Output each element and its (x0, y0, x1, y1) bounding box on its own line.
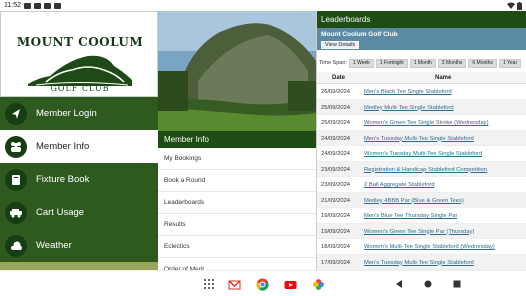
time-span-1-fortnight-button[interactable]: 1 Fortnight (375, 58, 408, 68)
member-info-item-book-a-round[interactable]: Book a Round (158, 170, 316, 192)
status-bar: 11:52 (0, 0, 526, 11)
menu-item-label: Member Info (36, 141, 90, 152)
menu-item-label: Weather (36, 240, 72, 251)
table-row[interactable]: 19/09/2024 Women's Green Tee Single Par (… (317, 223, 526, 239)
club-logo: MOUNT COOLUM GOLF CLUB (0, 11, 158, 97)
table-row[interactable]: 17/09/2024 Men's Tuesday Multi-Tee Single… (317, 254, 526, 270)
row-date: 19/09/2024 (321, 228, 351, 235)
row-date: 25/09/2024 (321, 104, 351, 111)
golf-cart-icon (5, 201, 27, 224)
table-row[interactable]: 23/09/2024 Registration & Handicap Stable… (317, 161, 526, 177)
weather-cloud-icon (5, 234, 27, 257)
row-date: 19/09/2024 (321, 213, 351, 219)
members-group-icon (5, 135, 27, 158)
row-date: 18/09/2024 (321, 244, 351, 250)
menu-item-label: Cart Usage (36, 207, 85, 218)
menu-footer (0, 262, 158, 270)
row-competition-link[interactable]: Men's Blue Tee Thursday Single Par (364, 213, 457, 219)
time-span-label: Time Span: (319, 60, 347, 66)
member-info-item-eclectics[interactable]: Eclectics (158, 236, 316, 258)
course-name: Mount Coolum Golf Club (321, 31, 398, 38)
row-date: 21/09/2024 (321, 197, 351, 204)
google-photos-icon[interactable] (312, 278, 325, 291)
home-icon[interactable] (424, 280, 432, 288)
logo-subtitle: GOLF CLUB (50, 84, 110, 93)
row-competition-link[interactable]: Medley Multi-Tee Single Stableford (364, 105, 454, 111)
row-competition-link[interactable]: Women's Green Tee Single Par (Thursday) (364, 229, 474, 235)
login-arrow-icon (5, 102, 27, 125)
notification-icon (24, 2, 31, 9)
view-details-button[interactable]: View Details (321, 41, 360, 49)
row-competition-link[interactable]: Men's Tuesday Multi-Tee Single Stablefor… (364, 260, 474, 266)
member-info-panel: Member Info My Bookings Book a Round Lea… (158, 11, 316, 273)
row-date: 26/09/2024 (321, 89, 351, 95)
chrome-icon[interactable] (256, 278, 269, 291)
row-competition-link[interactable]: Women's Multi-Tee Single Stableford (Wed… (364, 244, 495, 250)
row-date: 23/09/2024 (321, 166, 351, 173)
notification-icon (34, 2, 41, 9)
time-span-3-months-button[interactable]: 3 Months (437, 58, 467, 68)
time-span-1-month-button[interactable]: 1 Month (409, 58, 436, 68)
table-row[interactable]: 24/09/2024 Men's Tuesday Multi-Tee Single… (317, 130, 526, 146)
row-competition-link[interactable]: Women's Green Tee Single Stroke (Wednesd… (364, 120, 489, 126)
battery-icon (517, 1, 522, 10)
logo-title: MOUNT COOLUM (16, 35, 144, 49)
member-info-item-my-bookings[interactable]: My Bookings (158, 148, 316, 170)
app-drawer-icon[interactable] (204, 279, 214, 289)
main-menu: MOUNT COOLUM GOLF CLUB Member Login Memb… (0, 11, 158, 270)
menu-item-fixture-book[interactable]: Fixture Book (0, 163, 158, 196)
row-date: 23/09/2024 (321, 182, 351, 188)
table-row[interactable]: 21/09/2024 Medley 4BBB Par (Blue & Green … (317, 192, 526, 208)
row-competition-link[interactable]: Men's Black Tee Single Stableford (364, 89, 452, 95)
menu-item-label: Fixture Book (36, 174, 90, 185)
row-date: 25/09/2024 (321, 120, 351, 126)
time-span-1-week-button[interactable]: 1 Week (348, 58, 374, 68)
menu-item-cart-usage[interactable]: Cart Usage (0, 196, 158, 229)
table-row[interactable]: 19/09/2024 Men's Blue Tee Thursday Single… (317, 208, 526, 224)
column-header-date: Date (332, 75, 346, 81)
table-row[interactable]: 24/09/2024 Women's Tuesday Multi-Tee Sing… (317, 146, 526, 162)
row-competition-link[interactable]: Registration & Handicap Stableford Compe… (364, 167, 487, 173)
mount-coolum-photo (158, 11, 316, 131)
mountain-logo-icon (28, 55, 132, 86)
android-nav-bar (0, 270, 526, 296)
row-competition-link[interactable]: Medley 4BBB Par (Blue & Green Tees) (364, 198, 464, 204)
course-box: Mount Coolum Golf Club View Details (317, 28, 526, 50)
back-icon[interactable] (395, 280, 403, 288)
member-info-header: Member Info (158, 131, 316, 148)
youtube-icon[interactable] (284, 278, 297, 291)
row-date: 24/09/2024 (321, 135, 351, 142)
row-competition-link[interactable]: Women's Tuesday Multi-Tee Single Stablef… (364, 151, 482, 157)
table-row[interactable]: 23/09/2024 2 Ball Aggregate Stableford (317, 177, 526, 193)
table-row[interactable]: 18/09/2024 Women's Multi-Tee Single Stabl… (317, 239, 526, 255)
member-info-item-results[interactable]: Results (158, 214, 316, 236)
book-icon (5, 168, 27, 191)
column-header-name: Name (435, 75, 452, 81)
menu-item-label: Member Login (36, 108, 97, 119)
recents-icon[interactable] (453, 280, 461, 288)
table-row[interactable]: 25/09/2024 Medley Multi-Tee Single Stable… (317, 99, 526, 115)
table-header: Date Name (317, 72, 526, 84)
leaderboards-header: Leaderboards (317, 11, 526, 28)
row-competition-link[interactable]: Men's Tuesday Multi-Tee Single Stablefor… (364, 136, 474, 142)
menu-item-weather[interactable]: Weather (0, 229, 158, 262)
menu-item-member-info[interactable]: Member Info (0, 130, 158, 163)
wifi-icon (507, 2, 515, 9)
time-span-selector: Time Span: 1 Week 1 Fortnight 1 Month 3 … (317, 57, 526, 69)
time-span-1-year-button[interactable]: 1 Year (498, 58, 522, 68)
row-competition-link[interactable]: 2 Ball Aggregate Stableford (364, 182, 435, 188)
row-date: 24/09/2024 (321, 151, 351, 157)
menu-item-member-login[interactable]: Member Login (0, 97, 158, 130)
leaderboards-panel: Leaderboards Mount Coolum Golf Club View… (316, 11, 526, 270)
row-date: 17/09/2024 (321, 259, 351, 266)
gmail-icon[interactable] (228, 278, 241, 291)
notification-icon (44, 2, 51, 9)
status-time: 11:52 (4, 2, 21, 9)
table-row[interactable]: 26/09/2024 Men's Black Tee Single Stablef… (317, 84, 526, 100)
notification-icon (54, 2, 61, 9)
table-row[interactable]: 25/09/2024 Women's Green Tee Single Strok… (317, 115, 526, 131)
time-span-6-months-button[interactable]: 6 Months (468, 58, 497, 68)
member-info-item-leaderboards[interactable]: Leaderboards (158, 192, 316, 214)
